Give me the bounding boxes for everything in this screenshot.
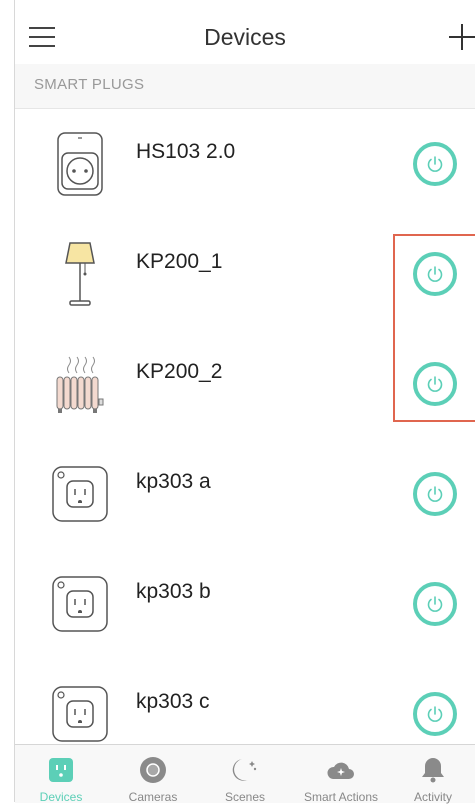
us-outlet-icon [49,461,111,527]
power-icon [427,486,443,502]
highlight-box [393,234,475,422]
bottom-tab-bar: Devices Cameras Scenes Smart Actions Act… [15,744,475,804]
device-row-kp303-a[interactable]: kp303 a [15,439,475,550]
device-name: KP200_2 [136,360,223,383]
power-icon [427,706,443,722]
plus-icon[interactable] [449,24,475,50]
moon-stars-icon [230,755,260,785]
section-label: SMART PLUGS [34,76,145,93]
page-title: Devices [204,24,286,50]
section-header: SMART PLUGS [15,64,475,109]
plug-icon [46,755,76,785]
bell-icon [418,755,448,785]
cloud-sparkle-icon [326,755,356,785]
us-outlet-icon [49,571,111,637]
device-row-hs103[interactable]: HS103 2.0 [15,109,475,220]
power-toggle-button[interactable] [413,472,457,516]
power-toggle-button[interactable] [413,582,457,626]
tab-smart-actions[interactable]: Smart Actions [291,745,391,804]
radiator-icon [49,351,111,417]
device-name: KP200_1 [136,250,223,273]
app-header: Devices [15,0,475,65]
wall-socket-icon [49,131,111,197]
power-toggle-button[interactable] [413,142,457,186]
device-row-kp303-b[interactable]: kp303 b [15,549,475,660]
power-icon [427,156,443,172]
us-outlet-icon [49,681,111,747]
power-toggle-button[interactable] [413,692,457,736]
tab-activity[interactable]: Activity [391,745,475,804]
device-name: kp303 a [136,470,211,493]
floor-lamp-icon [49,241,111,307]
tab-scenes[interactable]: Scenes [199,745,291,804]
device-name: kp303 c [136,690,210,713]
device-name: HS103 2.0 [136,140,236,163]
tab-cameras[interactable]: Cameras [107,745,199,804]
device-name: kp303 b [136,580,211,603]
camera-icon [138,755,168,785]
tab-devices[interactable]: Devices [15,745,107,804]
power-icon [427,596,443,612]
